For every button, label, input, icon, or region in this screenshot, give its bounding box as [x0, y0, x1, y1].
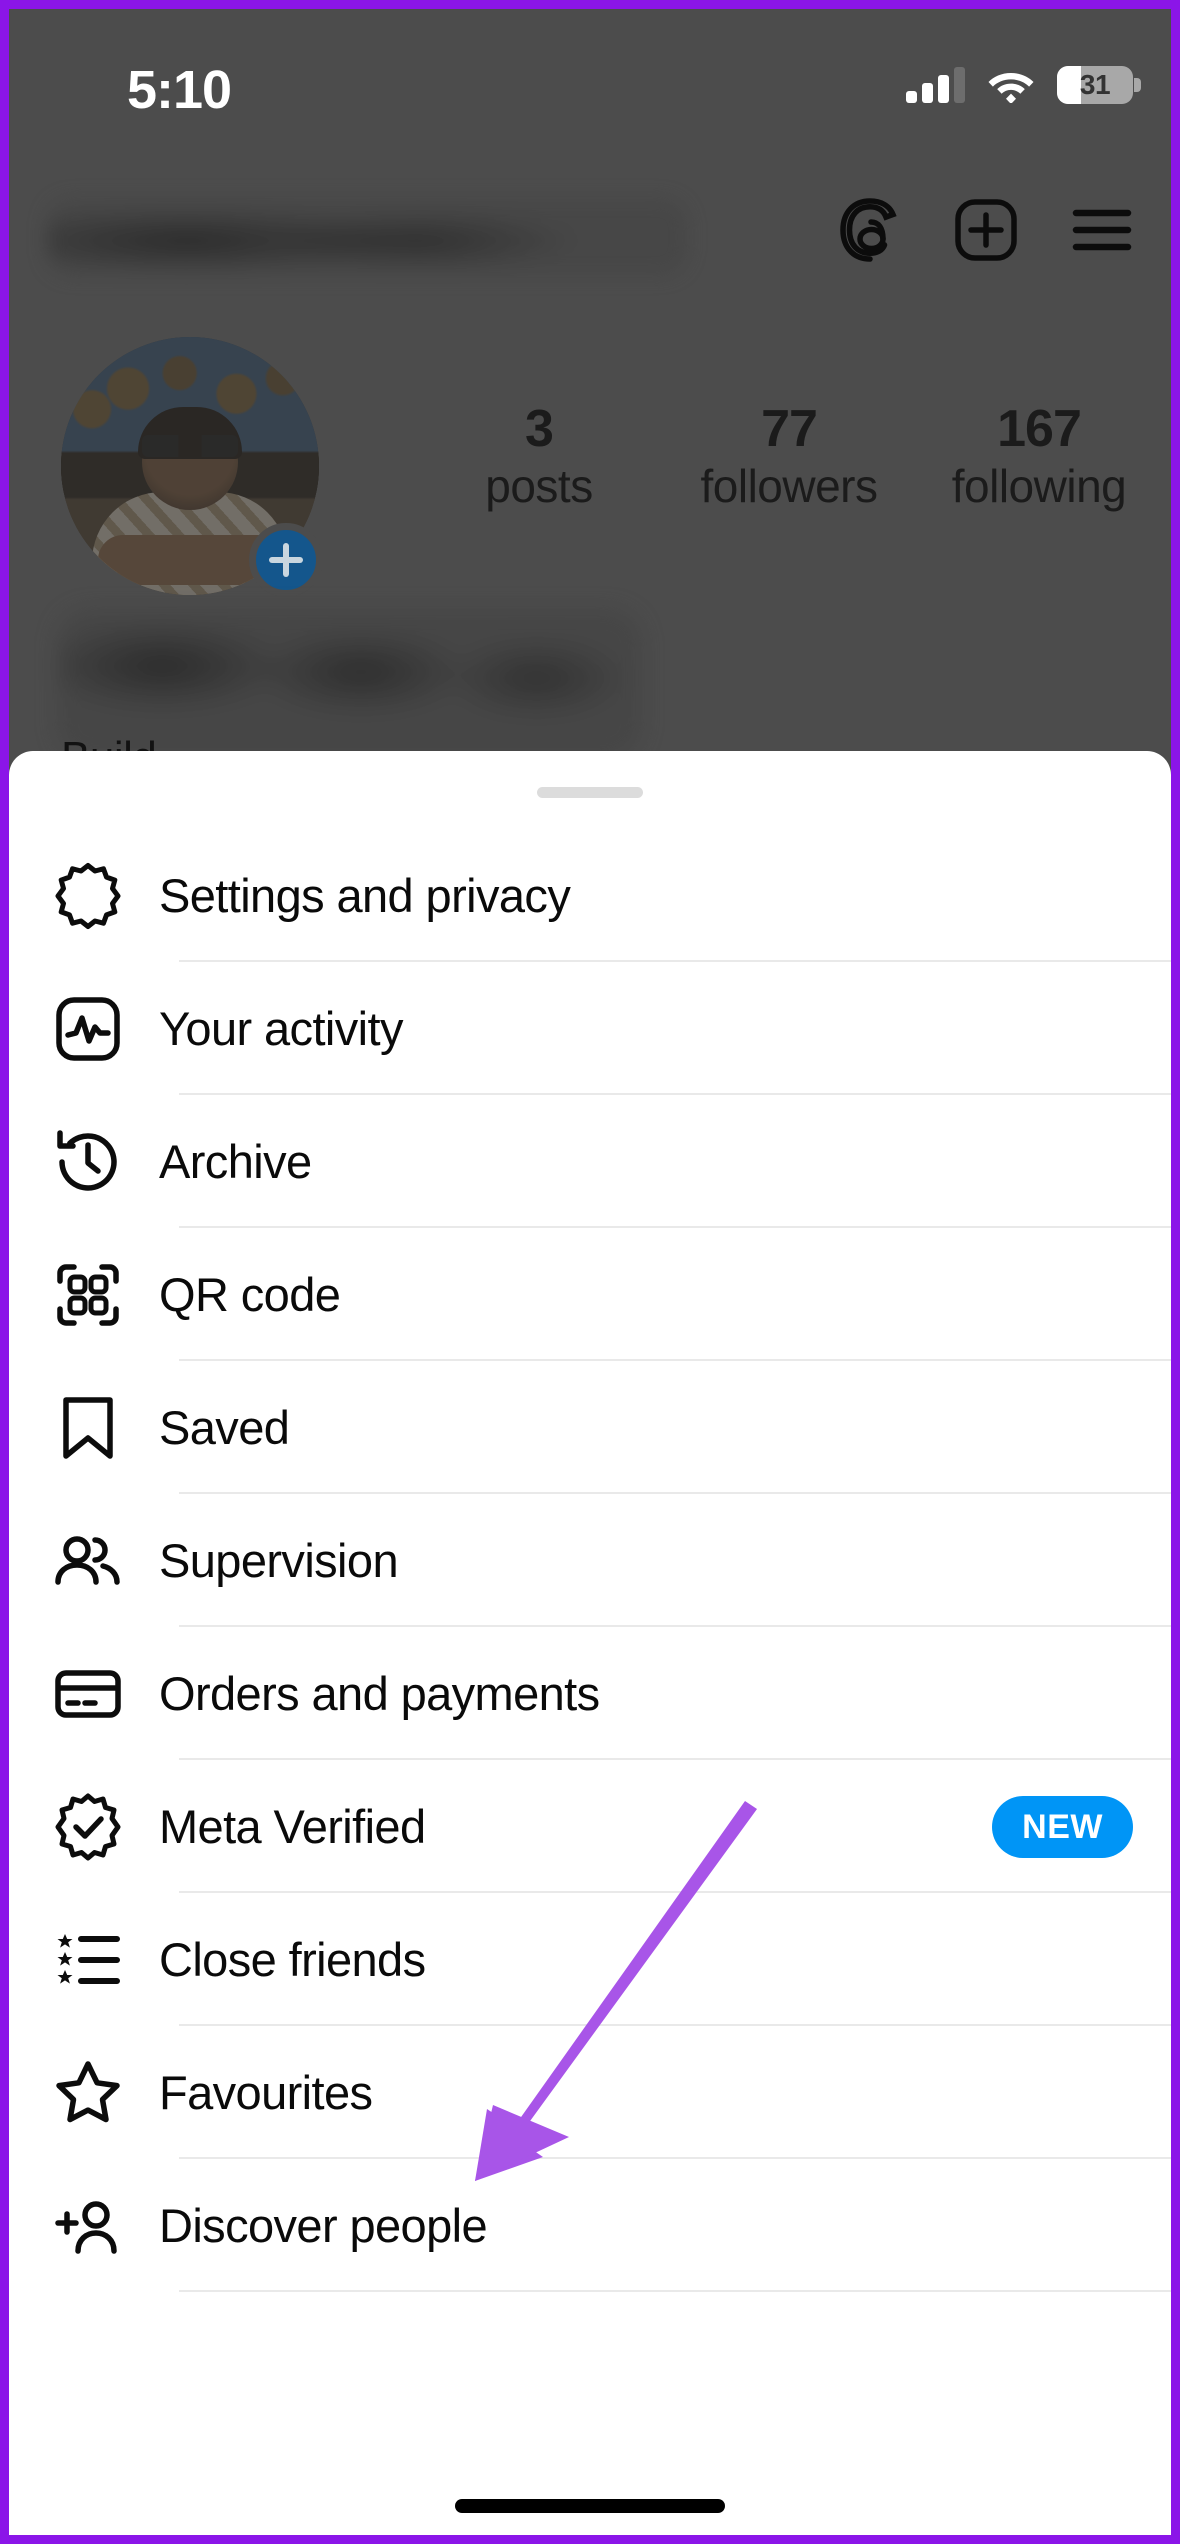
- profile-top-nav: [9, 181, 1171, 286]
- menu-item-meta-verified[interactable]: Meta Verified NEW: [9, 1760, 1171, 1893]
- threads-icon[interactable]: [835, 195, 905, 265]
- menu-item-settings-and-privacy[interactable]: Settings and privacy: [9, 829, 1171, 962]
- menu-item-label: Supervision: [159, 1534, 399, 1587]
- menu-item-qr-code[interactable]: QR code: [9, 1228, 1171, 1361]
- stat-posts-value: 3: [525, 400, 554, 458]
- stat-followers[interactable]: 77 followers: [689, 400, 889, 516]
- stat-following[interactable]: 167 following: [939, 400, 1139, 516]
- bookmark-icon: [51, 1391, 125, 1465]
- profile-menu-sheet: Settings and privacy Your activity Archi…: [9, 751, 1171, 2535]
- stat-followers-label: followers: [700, 460, 878, 513]
- menu-item-favourites[interactable]: Favourites: [9, 2026, 1171, 2159]
- status-bar-clock: 5:10: [127, 60, 232, 120]
- plus-square-icon[interactable]: [951, 195, 1021, 265]
- clock-rewind-icon: [51, 1125, 125, 1199]
- profile-stats: 3 posts 77 followers 167 following: [439, 400, 1139, 516]
- activity-pulse-icon: [51, 992, 125, 1066]
- menu-list: Settings and privacy Your activity Archi…: [9, 829, 1171, 2292]
- qr-code-icon: [51, 1258, 125, 1332]
- cellular-bars-icon: [906, 67, 965, 103]
- wifi-icon: [988, 73, 1034, 103]
- status-bar-indicators: 31: [906, 66, 1141, 104]
- stat-posts[interactable]: 3 posts: [439, 400, 639, 516]
- menu-item-label: Discover people: [159, 2199, 488, 2252]
- battery-icon: 31: [1057, 66, 1141, 104]
- menu-item-label: Saved: [159, 1401, 290, 1454]
- battery-percent: 31: [1079, 69, 1111, 100]
- menu-item-your-activity[interactable]: Your activity: [9, 962, 1171, 1095]
- home-indicator: [455, 2499, 725, 2513]
- person-add-icon: [51, 2189, 125, 2263]
- drag-handle[interactable]: [537, 787, 643, 798]
- stat-followers-value: 77: [761, 400, 818, 458]
- menu-item-discover-people[interactable]: Discover people: [9, 2159, 1171, 2292]
- menu-item-label: QR code: [159, 1268, 341, 1321]
- menu-item-archive[interactable]: Archive: [9, 1095, 1171, 1228]
- stat-following-value: 167: [997, 400, 1082, 458]
- gear-icon: [51, 859, 125, 933]
- menu-item-label: Close friends: [159, 1933, 426, 1986]
- credit-card-icon: [51, 1657, 125, 1731]
- hamburger-menu-icon[interactable]: [1067, 199, 1137, 261]
- status-bar: 5:10 31: [9, 9, 1171, 159]
- star-list-icon: [51, 1923, 125, 1997]
- two-people-icon: [51, 1524, 125, 1598]
- avatar[interactable]: [61, 337, 323, 597]
- menu-item-orders-and-payments[interactable]: Orders and payments: [9, 1627, 1171, 1760]
- row-divider: [179, 2290, 1171, 2292]
- star-outline-icon: [51, 2056, 125, 2130]
- menu-item-saved[interactable]: Saved: [9, 1361, 1171, 1494]
- menu-item-supervision[interactable]: Supervision: [9, 1494, 1171, 1627]
- menu-item-label: Meta Verified: [159, 1800, 426, 1853]
- verified-badge-icon: [51, 1790, 125, 1864]
- phone-screen: 5:10 31 3 posts 77 followers 167 followi…: [0, 0, 1180, 2544]
- username-redacted[interactable]: [47, 199, 687, 275]
- stat-following-label: following: [951, 460, 1127, 513]
- menu-item-label: Archive: [159, 1135, 312, 1188]
- status-badge: NEW: [992, 1795, 1133, 1858]
- menu-item-close-friends[interactable]: Close friends: [9, 1893, 1171, 2026]
- menu-item-label: Orders and payments: [159, 1667, 600, 1720]
- top-nav-actions: [835, 195, 1137, 265]
- menu-item-label: Favourites: [159, 2066, 373, 2119]
- stat-posts-label: posts: [485, 460, 593, 513]
- add-story-button[interactable]: [249, 523, 323, 597]
- menu-item-label: Your activity: [159, 1002, 403, 1055]
- menu-item-label: Settings and privacy: [159, 869, 571, 922]
